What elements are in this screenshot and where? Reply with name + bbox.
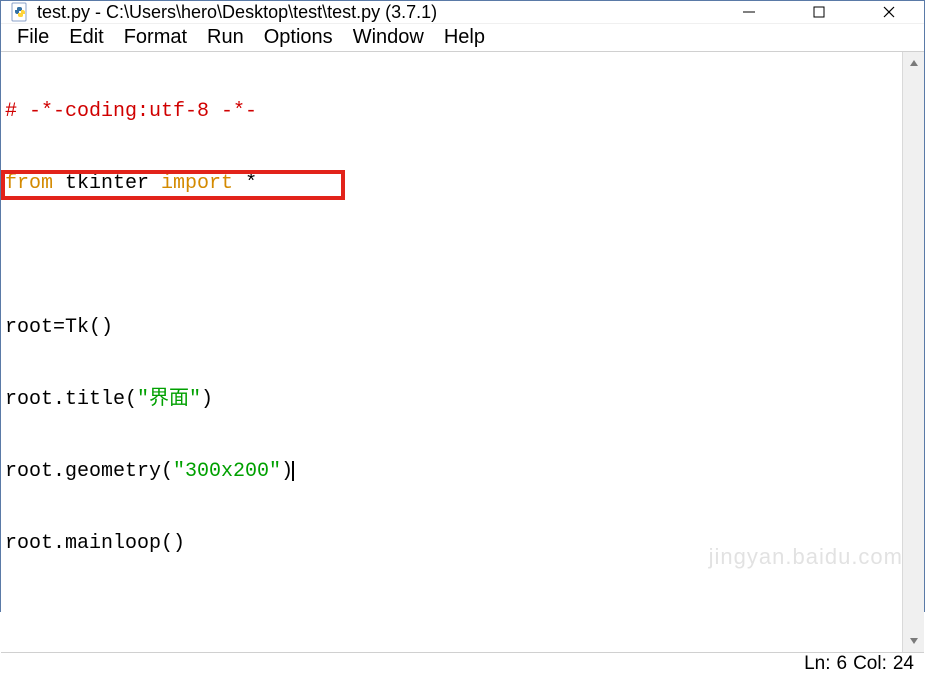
maximize-button[interactable] [784, 1, 854, 23]
close-button[interactable] [854, 1, 924, 23]
code-text: root.title( [5, 388, 137, 411]
status-ln-label: Ln: [804, 653, 830, 675]
code-text: root=Tk() [5, 316, 113, 339]
scroll-down-arrow-icon[interactable] [903, 630, 924, 652]
status-bar: Ln: 6 Col: 24 [1, 652, 924, 675]
minimize-button[interactable] [714, 1, 784, 23]
code-line: root.geometry("300x200") [5, 460, 898, 484]
scroll-track[interactable] [903, 74, 924, 630]
menubar: File Edit Format Run Options Window Help [1, 23, 924, 51]
code-text: root.geometry( [5, 460, 173, 483]
menu-help[interactable]: Help [434, 24, 495, 51]
string-literal: "300x200" [173, 460, 281, 483]
app-window: test.py - C:\Users\hero\Desktop\test\tes… [0, 0, 925, 612]
menu-window[interactable]: Window [343, 24, 434, 51]
close-icon [882, 5, 896, 19]
menu-edit[interactable]: Edit [59, 24, 113, 51]
code-text: root.mainloop() [5, 532, 185, 555]
titlebar[interactable]: test.py - C:\Users\hero\Desktop\test\tes… [1, 1, 924, 23]
keyword: from [5, 172, 53, 195]
menu-run[interactable]: Run [197, 24, 254, 51]
menu-file[interactable]: File [7, 24, 59, 51]
code-line: from tkinter import * [5, 172, 898, 196]
window-controls [714, 1, 924, 23]
menu-options[interactable]: Options [254, 24, 343, 51]
string-literal: "界面" [137, 388, 201, 411]
module-name: tkinter [53, 172, 161, 195]
comment-text: # -*-coding:utf-8 -*- [5, 100, 257, 123]
code-line: # -*-coding:utf-8 -*- [5, 100, 898, 124]
code-line: root.mainloop() [5, 532, 898, 556]
code-line: root.title("界面") [5, 388, 898, 412]
scroll-up-arrow-icon[interactable] [903, 52, 924, 74]
status-col-label: Col: [853, 653, 887, 675]
python-file-icon [9, 1, 31, 23]
code-editor[interactable]: # -*-coding:utf-8 -*- from tkinter impor… [1, 52, 902, 652]
vertical-scrollbar[interactable] [902, 52, 924, 652]
status-col-value: 24 [893, 653, 914, 675]
menu-format[interactable]: Format [114, 24, 197, 51]
status-ln-value: 6 [836, 653, 847, 675]
code-line: root=Tk() [5, 316, 898, 340]
minimize-icon [742, 5, 756, 19]
window-title: test.py - C:\Users\hero\Desktop\test\tes… [37, 2, 437, 23]
text-cursor [292, 461, 294, 481]
keyword: import [161, 172, 233, 195]
maximize-icon [812, 5, 826, 19]
star-op: * [233, 172, 257, 195]
editor-area: # -*-coding:utf-8 -*- from tkinter impor… [1, 51, 924, 652]
code-text: ) [201, 388, 213, 411]
code-line [5, 244, 898, 268]
